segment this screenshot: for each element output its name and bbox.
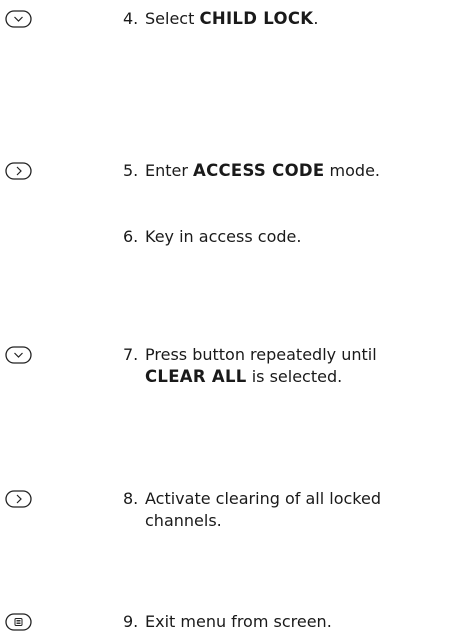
step-text: Key in access code. [145,226,301,248]
step-line: channels. [145,511,222,530]
step-text: Activate clearing of all locked channels… [145,488,381,532]
step-line: Press button repeatedly until [145,345,377,364]
down-button-icon [5,10,32,28]
step-text: Select CHILD LOCK. [145,8,318,30]
step-number: 6. [123,227,139,246]
step-line: Exit menu from screen. [145,612,332,631]
step-line: CLEAR ALL is selected. [145,367,343,386]
step-line: Enter ACCESS CODE mode. [145,161,381,180]
step-number: 8. [123,489,139,508]
step-text: Enter ACCESS CODE mode. [145,160,380,182]
menu-button-icon [5,613,32,631]
step-line: Key in access code. [145,227,302,246]
step-number: 5. [123,161,139,180]
step-number: 4. [123,9,139,28]
step-number: 9. [123,612,139,631]
step-text: Press button repeatedly until CLEAR ALL … [145,344,377,388]
down-button-icon [5,346,32,364]
step-line: Activate clearing of all locked [145,489,381,508]
right-button-icon [5,162,32,180]
step-line: Select CHILD LOCK. [145,9,319,28]
right-button-icon [5,490,32,508]
step-number: 7. [123,345,139,364]
step-text: Exit menu from screen. [145,611,332,633]
